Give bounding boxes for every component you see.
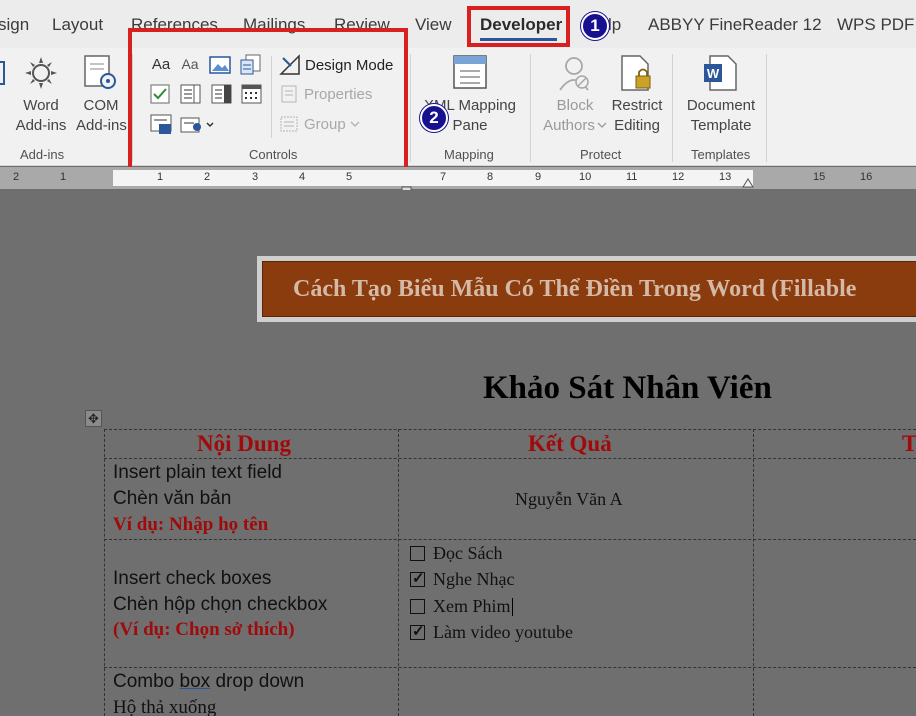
row3-line1: Combo box drop down [113, 671, 304, 693]
row1-line2: Chèn văn bản [113, 488, 232, 509]
ruler-number: 12 [672, 171, 685, 183]
checkbox-label: Xem Phim [433, 596, 511, 616]
block-authors-label-1: Block [556, 97, 594, 114]
hobby-checkbox-reading[interactable]: Đọc Sách [410, 543, 502, 564]
ruler-number: 13 [719, 171, 732, 183]
tab-abbyy[interactable]: ABBYY FineReader 12 [648, 15, 822, 35]
checkbox-unchecked[interactable] [410, 599, 425, 614]
hobby-checkbox-music[interactable]: Nghe Nhạc [410, 569, 514, 590]
ruler-number: 8 [487, 171, 494, 183]
row3-line2: Hộ thả xuống [113, 697, 217, 716]
com-addins-icon[interactable] [82, 54, 118, 92]
restrict-editing-label-1: Restrict [611, 97, 663, 114]
title-banner-inner: Cách Tạo Biểu Mẫu Có Thể Điền Trong Word… [262, 261, 916, 317]
table-border [753, 429, 754, 716]
tab-help[interactable]: lp [608, 15, 621, 35]
hobby-checkbox-movies[interactable]: Xem Phim [410, 596, 513, 617]
horizontal-ruler[interactable]: 2 1 1 2 3 4 5 7 8 9 10 11 12 13 15 16 [0, 167, 916, 189]
row3-line1-c: drop down [210, 671, 305, 692]
document-template-button[interactable]: Document Template [682, 96, 760, 136]
word-addins-label-1: Word [23, 97, 59, 114]
step-badge-2: 2 [420, 104, 448, 132]
gear-icon[interactable] [22, 54, 60, 92]
row2-line2: Chèn hộp chọn checkbox [113, 594, 328, 615]
name-text-field[interactable]: Nguyễn Văn A [515, 489, 623, 510]
tab-layout[interactable]: Layout [52, 15, 103, 35]
document-template-icon[interactable]: W [702, 54, 738, 94]
title-banner: Cách Tạo Biểu Mẫu Có Thể Điền Trong Word… [257, 256, 916, 322]
block-authors-button[interactable]: Block Authors [540, 96, 610, 136]
column-header-result: Kết Quả [528, 431, 612, 456]
ruler-number: 2 [13, 171, 20, 183]
protect-group-label: Protect [580, 147, 622, 162]
ruler-number: 1 [60, 171, 67, 183]
checkbox-checked[interactable] [410, 569, 425, 588]
table-border [104, 429, 105, 716]
xml-mapping-icon[interactable] [452, 54, 490, 92]
ruler-number: 16 [860, 171, 873, 183]
row2-example: (Ví dụ: Chọn sở thích) [113, 619, 295, 640]
table-border [398, 429, 399, 716]
restrict-editing-label-2: Editing [614, 117, 660, 134]
checkbox-unchecked[interactable] [410, 546, 425, 561]
checkbox-label: Đọc Sách [433, 543, 503, 563]
step-badge-1: 1 [581, 12, 609, 40]
row2-line1: Insert check boxes [113, 568, 272, 589]
tab-view[interactable]: View [415, 15, 452, 35]
document-template-label-2: Template [690, 117, 752, 134]
document-title: Khảo Sát Nhân Viên [483, 370, 772, 406]
ruler-number: 4 [299, 171, 306, 183]
row3-line1-a: Combo [113, 671, 180, 692]
banner-text: Cách Tạo Biểu Mẫu Có Thể Điền Trong Word… [293, 275, 857, 302]
table-border [104, 667, 916, 668]
group-divider [672, 54, 673, 162]
hobby-checkbox-youtube[interactable]: Làm video youtube [410, 622, 573, 643]
svg-text:W: W [707, 66, 720, 81]
checkbox-checked[interactable] [410, 622, 425, 641]
partial-icon [0, 61, 5, 85]
restrict-editing-button[interactable]: Restrict Editing [606, 96, 668, 136]
word-addins-label-2: Add-ins [15, 117, 67, 134]
checkbox-label: Làm video youtube [433, 622, 573, 642]
com-addins-label-2: Add-ins [76, 117, 127, 134]
restrict-editing-icon[interactable] [618, 54, 656, 94]
ruler-number: 10 [579, 171, 592, 183]
table-border [104, 539, 916, 540]
controls-highlight-box [128, 28, 408, 184]
ruler-number: 2 [204, 171, 211, 183]
addins-group-label: Add-ins [20, 147, 65, 162]
text-cursor [511, 597, 513, 616]
group-divider [410, 54, 411, 162]
tab-design[interactable]: sign [0, 15, 29, 35]
column-header-extra: T [902, 431, 916, 456]
row1-line1: Insert plain text field [113, 462, 282, 483]
group-divider [530, 54, 531, 162]
developer-tab-highlight-box [467, 6, 570, 47]
block-authors-icon[interactable] [556, 54, 594, 94]
ruler-number: 15 [813, 171, 826, 183]
row3-line1-b: box [179, 671, 211, 692]
ruler-number: 3 [252, 171, 259, 183]
templates-group-label: Templates [691, 147, 751, 162]
word-addins-button[interactable]: Word Add-ins [14, 96, 68, 136]
group-divider [766, 54, 767, 162]
block-authors-label-2: Authors [543, 117, 595, 134]
mapping-group-label: Mapping [444, 147, 494, 162]
table-move-handle-icon[interactable]: ✥ [85, 410, 102, 427]
document-template-label-1: Document [686, 97, 756, 114]
column-header-content: Nội Dung [197, 431, 291, 456]
row1-example: Ví dụ: Nhập họ tên [113, 514, 269, 535]
table-border [104, 458, 916, 459]
right-indent-marker-icon[interactable] [741, 175, 755, 189]
tab-wps-pdf[interactable]: WPS PDF [837, 15, 914, 35]
com-addins-label-1: COM [83, 97, 119, 114]
ruler-number: 1 [157, 171, 164, 183]
ruler-number: 9 [535, 171, 542, 183]
checkbox-label: Nghe Nhạc [433, 569, 515, 589]
ruler-number: 5 [346, 171, 353, 183]
ruler-number: 7 [440, 171, 447, 183]
table-border [104, 429, 916, 430]
com-addins-button[interactable]: COM Add-ins [76, 96, 127, 136]
ruler-number: 11 [626, 171, 638, 183]
